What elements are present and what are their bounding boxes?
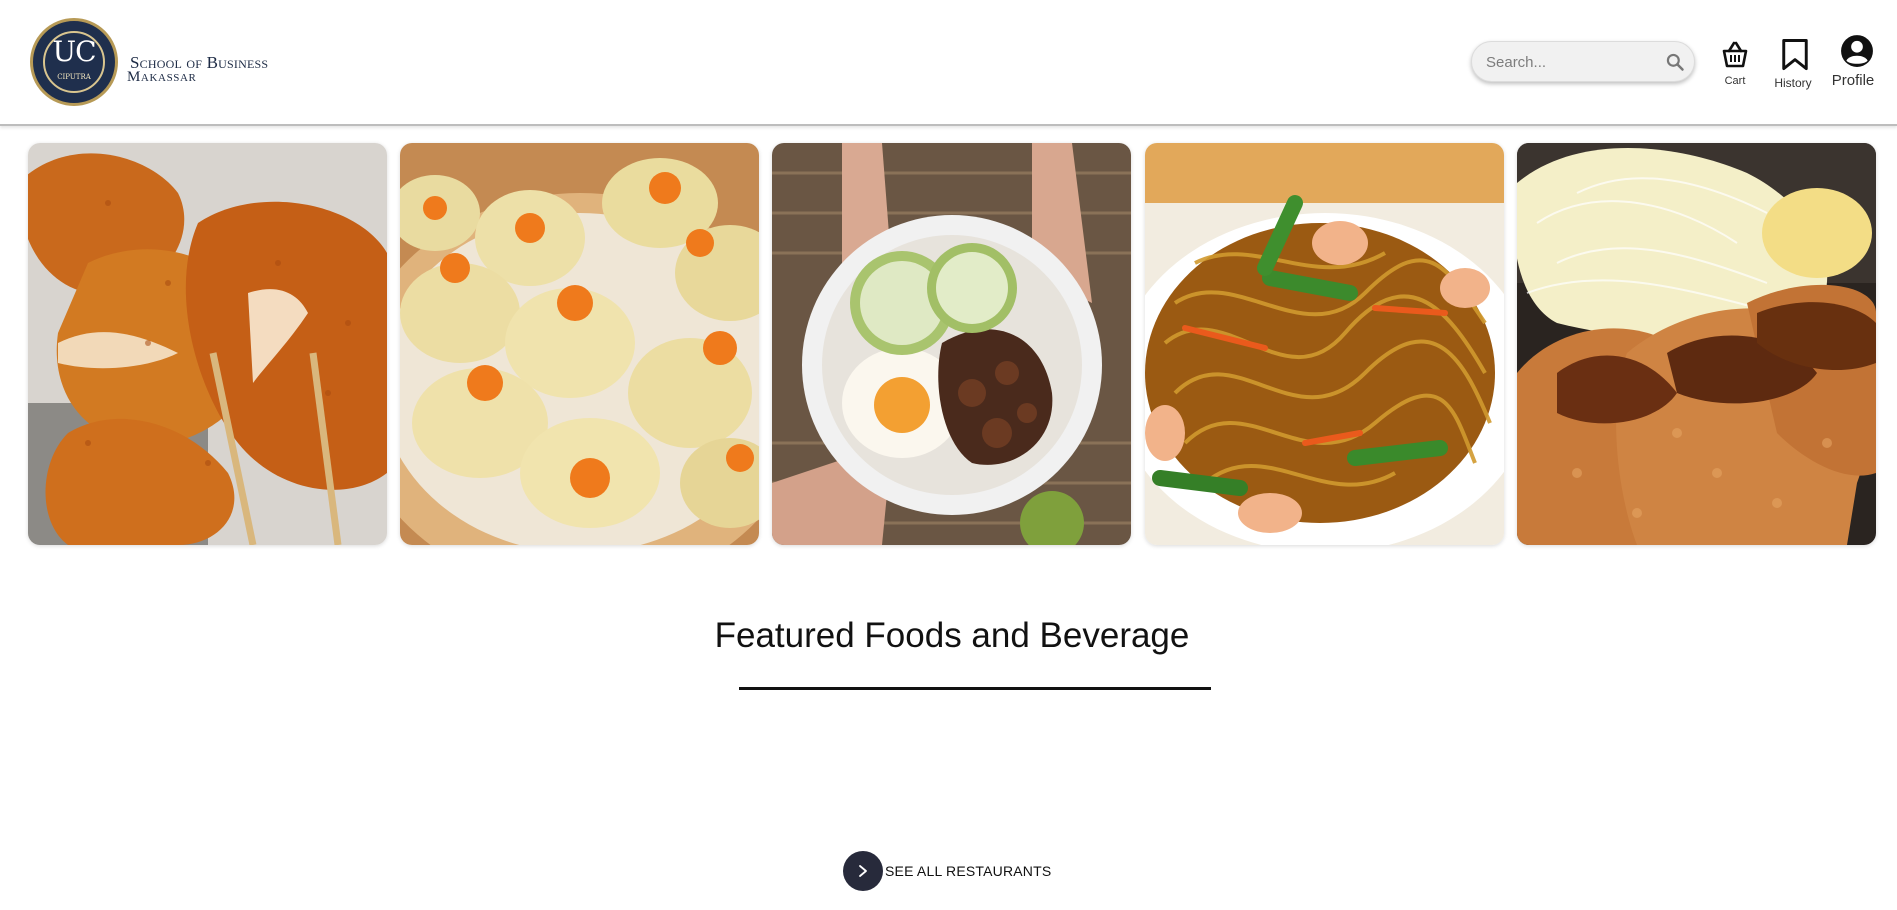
logo-title-line2: Makassar — [127, 69, 197, 85]
search-input[interactable] — [1484, 42, 1658, 83]
food-card-rice-bowl[interactable] — [772, 143, 1131, 545]
nav-history[interactable]: History — [1771, 36, 1815, 90]
nav-profile-label: Profile — [1831, 72, 1875, 89]
food-card-fried-chicken[interactable] — [28, 143, 387, 545]
nav-cart-label: Cart — [1724, 75, 1746, 87]
nav-cart[interactable]: Cart — [1719, 38, 1751, 87]
university-logo-seal[interactable]: UC CIPUTRA — [30, 18, 118, 106]
rice-bowl-photo — [772, 143, 1131, 545]
nav-profile[interactable]: Profile — [1829, 34, 1877, 89]
logo-seal-subtext: CIPUTRA — [57, 73, 91, 81]
fried-chicken-photo — [28, 143, 387, 545]
food-card-shumai[interactable] — [400, 143, 759, 545]
shumai-photo — [400, 143, 759, 545]
top-navbar: UC CIPUTRA School of Business Makassar C… — [0, 0, 1897, 126]
search-box — [1471, 41, 1695, 83]
basket-icon — [1722, 41, 1748, 68]
katsu-photo — [1517, 143, 1876, 545]
search-icon[interactable] — [1665, 52, 1685, 72]
nav-history-label: History — [1774, 76, 1812, 90]
arrow-button-circle[interactable] — [843, 851, 883, 891]
section-title-underline — [739, 687, 1211, 690]
bookmark-icon — [1781, 39, 1808, 71]
chevron-right-icon — [859, 865, 867, 877]
food-card-noodles[interactable] — [1145, 143, 1504, 545]
food-card-katsu[interactable] — [1517, 143, 1876, 545]
user-circle-icon — [1840, 35, 1873, 67]
see-all-restaurants-label[interactable]: SEE ALL RESTAURANTS — [885, 863, 1051, 879]
featured-section-title: Featured Foods and Beverage — [714, 616, 1190, 655]
stir-fried-noodles-photo — [1145, 143, 1504, 545]
logo-seal-text: UC — [52, 35, 96, 68]
see-all-restaurants-button[interactable]: SEE ALL RESTAURANTS — [843, 851, 1051, 891]
